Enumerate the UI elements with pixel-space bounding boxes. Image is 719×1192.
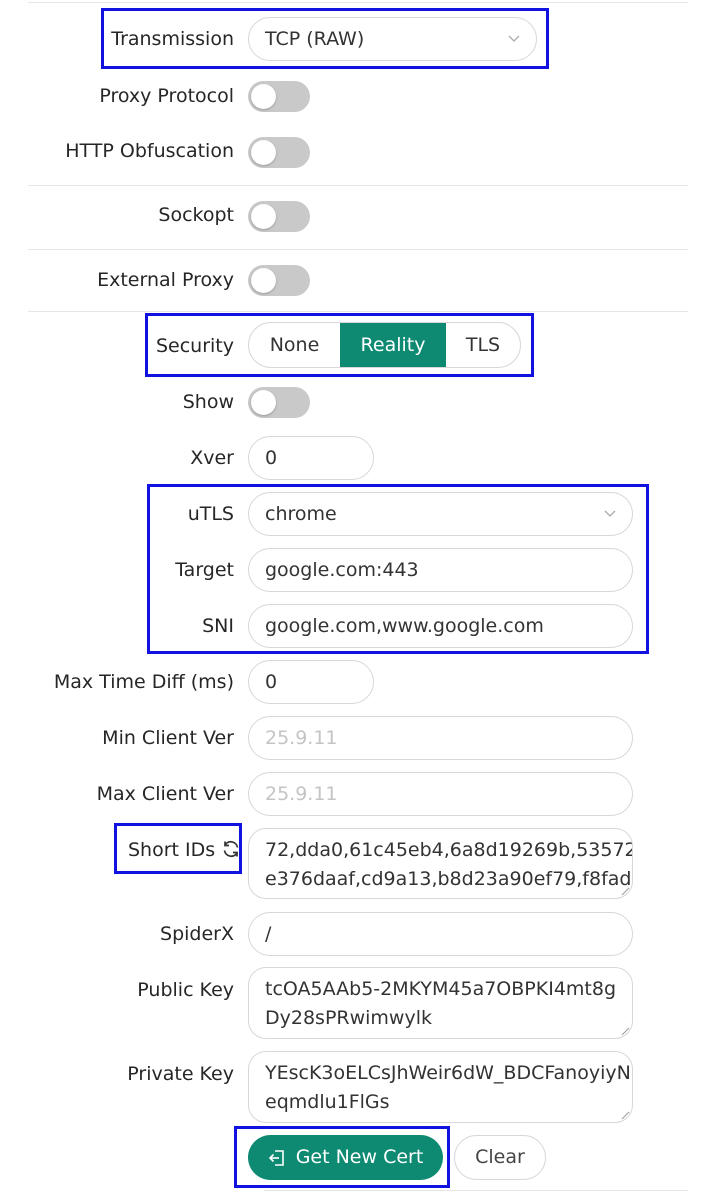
top-divider	[28, 2, 688, 3]
short-ids-label: Short IDs	[128, 838, 241, 862]
target-input[interactable]: google.com:443	[248, 548, 633, 592]
proxy-protocol-toggle[interactable]	[248, 81, 310, 112]
import-icon	[268, 1149, 284, 1166]
toggle-knob	[251, 268, 276, 293]
private-key-textarea[interactable]: YEscK3oELCsJhWeir6dW_BDCFanoyiyN eqmdlu1…	[248, 1051, 633, 1123]
xver-input[interactable]: 0	[248, 436, 374, 480]
min-client-ver-label: Min Client Ver	[102, 727, 234, 749]
short-ids-textarea[interactable]: 72,dda0,61c45eb4,6a8d19269b,535723 e376d…	[248, 828, 633, 899]
transmission-value: TCP (RAW)	[265, 28, 365, 50]
section-divider	[28, 311, 688, 312]
bottom-divider	[264, 1190, 688, 1191]
utls-select[interactable]: chrome	[248, 492, 633, 536]
min-client-ver-input[interactable]: 25.9.11	[248, 716, 633, 760]
short-ids-label-text: Short IDs	[128, 839, 216, 861]
max-client-ver-input[interactable]: 25.9.11	[248, 772, 633, 816]
private-key-line-2: eqmdlu1FlGs	[265, 1091, 390, 1113]
get-new-cert-label: Get New Cert	[295, 1146, 424, 1168]
short-ids-line-1: 72,dda0,61c45eb4,6a8d19269b,535723	[265, 839, 633, 861]
show-label: Show	[182, 391, 234, 413]
private-key-label: Private Key	[127, 1063, 234, 1085]
short-ids-line-2: e376daaf,cd9a13,b8d23a90ef79,f8fada	[265, 868, 633, 890]
max-time-diff-input[interactable]: 0	[248, 660, 374, 704]
section-divider	[28, 185, 688, 186]
sockopt-label: Sockopt	[158, 204, 234, 226]
xver-label: Xver	[190, 447, 234, 469]
resize-handle-icon[interactable]	[621, 1111, 630, 1120]
public-key-line-2: Dy28sPRwimwylk	[265, 1007, 433, 1029]
spiderx-label: SpiderX	[160, 923, 234, 945]
toggle-knob	[251, 84, 276, 109]
resize-handle-icon[interactable]	[621, 1027, 630, 1036]
transmission-label: Transmission	[111, 28, 234, 50]
sync-icon[interactable]	[221, 839, 241, 859]
section-divider	[28, 249, 688, 250]
get-new-cert-button[interactable]: Get New Cert	[248, 1135, 443, 1180]
proxy-protocol-label: Proxy Protocol	[99, 85, 234, 107]
security-segmented-control[interactable]: None Reality TLS	[248, 322, 521, 368]
private-key-line-1: YEscK3oELCsJhWeir6dW_BDCFanoyiyN	[265, 1062, 631, 1084]
show-toggle[interactable]	[248, 387, 310, 418]
resize-handle-icon[interactable]	[621, 887, 630, 896]
http-obfuscation-toggle[interactable]	[248, 137, 310, 168]
security-option-tls[interactable]: TLS	[446, 323, 520, 367]
max-client-ver-label: Max Client Ver	[96, 783, 234, 805]
external-proxy-label: External Proxy	[97, 269, 234, 291]
transmission-select[interactable]: TCP (RAW)	[248, 17, 537, 61]
security-label: Security	[155, 335, 234, 357]
target-label: Target	[175, 559, 234, 581]
external-proxy-toggle[interactable]	[248, 265, 310, 296]
public-key-label: Public Key	[137, 979, 234, 1001]
sni-input[interactable]: google.com,www.google.com	[248, 604, 633, 648]
security-option-none[interactable]: None	[249, 323, 340, 367]
security-option-reality[interactable]: Reality	[340, 323, 446, 367]
chevron-down-icon	[508, 35, 520, 42]
sockopt-toggle[interactable]	[248, 201, 310, 232]
public-key-line-1: tcOA5AAb5-2MKYM45a7OBPKI4mt8g	[265, 978, 617, 1000]
max-time-diff-label: Max Time Diff (ms)	[53, 671, 234, 693]
http-obfuscation-label: HTTP Obfuscation	[65, 140, 234, 162]
clear-button[interactable]: Clear	[454, 1135, 546, 1180]
toggle-knob	[251, 204, 276, 229]
sni-label: SNI	[202, 615, 234, 637]
public-key-textarea[interactable]: tcOA5AAb5-2MKYM45a7OBPKI4mt8g Dy28sPRwim…	[248, 967, 633, 1039]
toggle-knob	[251, 140, 276, 165]
utls-value: chrome	[265, 503, 337, 525]
spiderx-input[interactable]: /	[248, 912, 633, 956]
chevron-down-icon	[604, 510, 616, 517]
toggle-knob	[251, 390, 276, 415]
utls-label: uTLS	[187, 503, 234, 525]
